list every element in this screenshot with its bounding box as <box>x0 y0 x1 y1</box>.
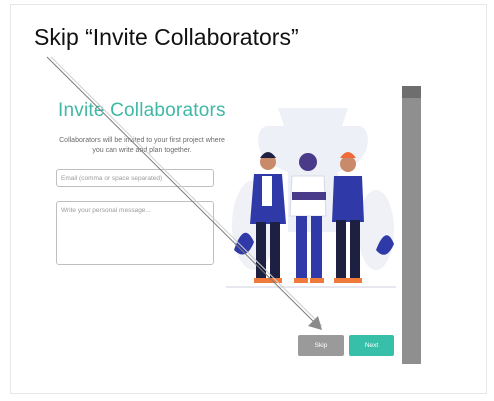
skip-button[interactable]: Skip <box>298 335 344 356</box>
scrollbar-thumb[interactable] <box>402 86 421 98</box>
team-illustration <box>226 108 396 288</box>
email-input[interactable]: Email (comma or space separated) <box>56 169 214 187</box>
scrollbar[interactable] <box>402 86 421 364</box>
message-textarea[interactable]: Write your personal message... <box>56 201 214 265</box>
next-button[interactable]: Next <box>349 335 394 356</box>
instruction-caption: Skip “Invite Collaborators” <box>34 24 299 50</box>
dialog-title: Invite Collaborators <box>58 100 226 121</box>
dialog-description: Collaborators will be invited to your fi… <box>59 137 225 154</box>
